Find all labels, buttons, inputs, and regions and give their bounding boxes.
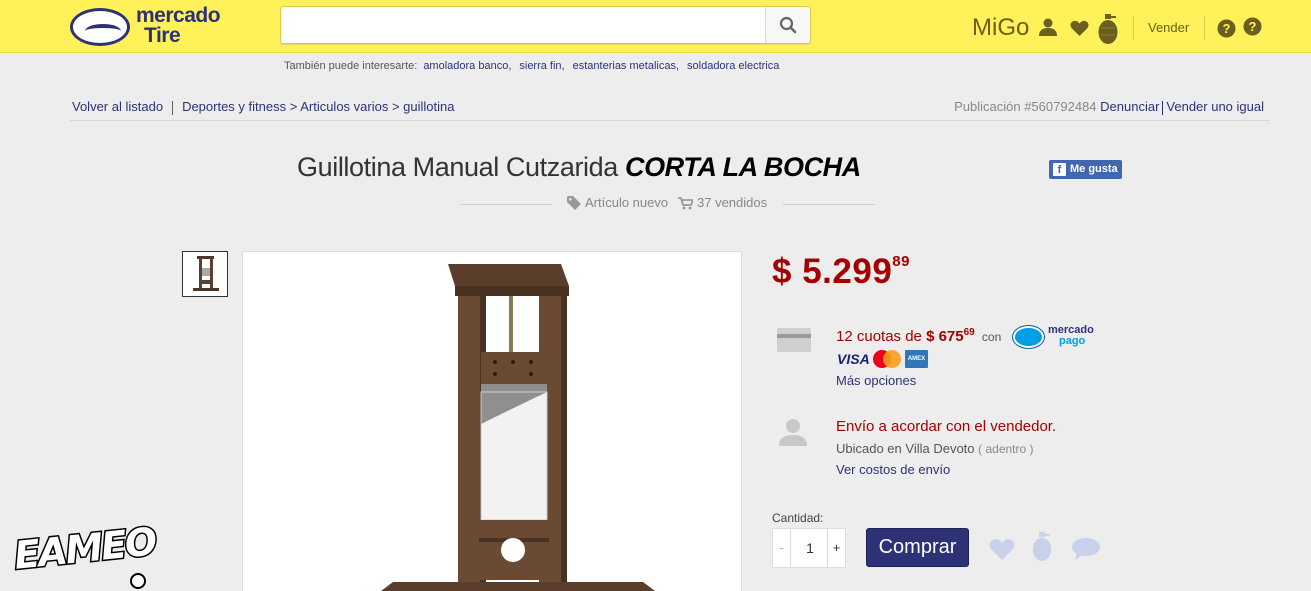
tag-icon bbox=[567, 196, 581, 210]
suggestions-bar: También puede interesarte: amoladora banc… bbox=[284, 60, 781, 72]
svg-text:?: ? bbox=[1223, 21, 1231, 36]
product-meta: Artículo nuevo 37 vendidos bbox=[460, 195, 875, 213]
search-input[interactable] bbox=[281, 7, 765, 43]
installments-text: 12 cuotas de bbox=[836, 328, 922, 345]
publication-id: Publicación #560792484 bbox=[954, 99, 1097, 114]
notification-icon[interactable]: ? bbox=[1243, 17, 1262, 36]
search-button[interactable] bbox=[765, 7, 810, 43]
location-zone: ( adentro ) bbox=[978, 442, 1034, 456]
header-divider bbox=[1133, 16, 1134, 40]
suggestions-label: También puede interesarte: bbox=[284, 60, 418, 72]
quantity-stepper: - 1 + bbox=[772, 528, 846, 568]
suggestion-link[interactable]: sierra fin, bbox=[519, 60, 564, 72]
grenade-icon[interactable] bbox=[1097, 14, 1119, 45]
handshake-logo-icon bbox=[70, 8, 130, 46]
breadcrumb-divider bbox=[172, 100, 174, 115]
sell-link[interactable]: Vender bbox=[1148, 20, 1189, 35]
product-title: Guillotina Manual Cutzarida CORTA LA BOC… bbox=[297, 152, 861, 183]
report-link[interactable]: Denunciar bbox=[1100, 99, 1159, 114]
seller-avatar-icon bbox=[779, 419, 807, 446]
product-main-image[interactable] bbox=[242, 251, 742, 591]
with-text: con bbox=[981, 330, 1002, 344]
gallery-thumbnail[interactable] bbox=[182, 251, 228, 297]
search-bar bbox=[280, 6, 811, 44]
price: $ 5.29989 bbox=[772, 252, 910, 292]
sold-count: 37 vendidos bbox=[697, 195, 768, 210]
like-label: Me gusta bbox=[1070, 163, 1118, 175]
installment-amount: $ 675 bbox=[926, 328, 964, 345]
heart-icon[interactable] bbox=[1070, 20, 1089, 36]
search-icon bbox=[779, 16, 797, 34]
mercado-pago-logo: mercado pago bbox=[1013, 325, 1103, 350]
credit-card-icon bbox=[777, 328, 811, 352]
logo-line1: mercado bbox=[136, 4, 221, 27]
visa-logo: VISA bbox=[837, 351, 870, 367]
suggestion-link[interactable]: amoladora banco, bbox=[423, 60, 511, 72]
back-to-list-link[interactable]: Volver al listado bbox=[72, 99, 163, 114]
quantity-minus-button[interactable]: - bbox=[773, 529, 791, 567]
divider bbox=[70, 120, 1270, 121]
price-currency: $ bbox=[772, 252, 792, 291]
chat-bubble-icon[interactable] bbox=[1071, 537, 1101, 561]
shipping-costs-link[interactable]: Ver costos de envío bbox=[836, 462, 950, 477]
grenade-icon[interactable] bbox=[1031, 532, 1053, 562]
amex-logo: AMEX bbox=[905, 350, 928, 368]
guillotine-thumbnail-image bbox=[193, 256, 219, 291]
price-decimals: 89 bbox=[892, 253, 910, 270]
installments: 12 cuotas de $ 67569 con bbox=[836, 327, 1001, 345]
mercado-pago-line2: pago bbox=[1059, 335, 1086, 347]
handshake-icon bbox=[1013, 326, 1044, 348]
publication-info: Publicación #560792484 Denunciar Vender u… bbox=[954, 99, 1264, 115]
facebook-like-button[interactable]: f Me gusta bbox=[1049, 160, 1122, 179]
facebook-icon: f bbox=[1053, 163, 1066, 176]
category-path-link[interactable]: Deportes y fitness > Articulos varios > … bbox=[182, 99, 454, 114]
site-logo[interactable]: mercado Tire bbox=[70, 4, 240, 48]
header: mercado Tire MiGo Vender ? ? bbox=[0, 0, 1311, 53]
location: Ubicado en Villa Devoto ( adentro ) bbox=[836, 441, 1034, 456]
installment-decimals: 69 bbox=[963, 327, 975, 338]
suggestion-link[interactable]: soldadora electrica bbox=[687, 60, 779, 72]
logo-line2: Tire bbox=[144, 24, 181, 47]
quantity-plus-button[interactable]: + bbox=[827, 529, 845, 567]
sell-same-link[interactable]: Vender uno igual bbox=[1166, 99, 1264, 114]
quantity-label: Cantidad: bbox=[772, 511, 824, 525]
suggestion-link[interactable]: estanterias metalicas, bbox=[573, 60, 679, 72]
condition-text: Artículo nuevo bbox=[585, 195, 669, 210]
buy-button[interactable]: Comprar bbox=[866, 528, 969, 567]
location-text: Ubicado en Villa Devoto bbox=[836, 441, 975, 456]
svg-text:?: ? bbox=[1249, 19, 1257, 34]
user-icon[interactable] bbox=[1038, 18, 1058, 36]
product-title-bold: CORTA LA BOCHA bbox=[624, 152, 861, 182]
user-name[interactable]: MiGo bbox=[972, 14, 1029, 42]
mastercard-logo bbox=[873, 350, 901, 368]
shipping-text: Envío a acordar con el vendedor. bbox=[836, 418, 1057, 435]
cart-icon bbox=[678, 197, 693, 210]
price-integer: 5.299 bbox=[802, 252, 893, 291]
heart-icon[interactable] bbox=[988, 538, 1016, 560]
more-options-link[interactable]: Más opciones bbox=[836, 373, 916, 388]
breadcrumb: Volver al listado Deportes y fitness > Ar… bbox=[72, 99, 454, 115]
product-title-regular: Guillotina Manual Cutzarida bbox=[297, 152, 618, 182]
svg-text:EAMEO: EAMEO bbox=[12, 519, 158, 578]
help-icon[interactable]: ? bbox=[1217, 19, 1236, 38]
header-divider bbox=[1204, 16, 1205, 40]
watermark-logo: EAMEO bbox=[11, 518, 159, 589]
quantity-input[interactable]: 1 bbox=[791, 529, 829, 567]
guillotine-image bbox=[381, 264, 655, 591]
